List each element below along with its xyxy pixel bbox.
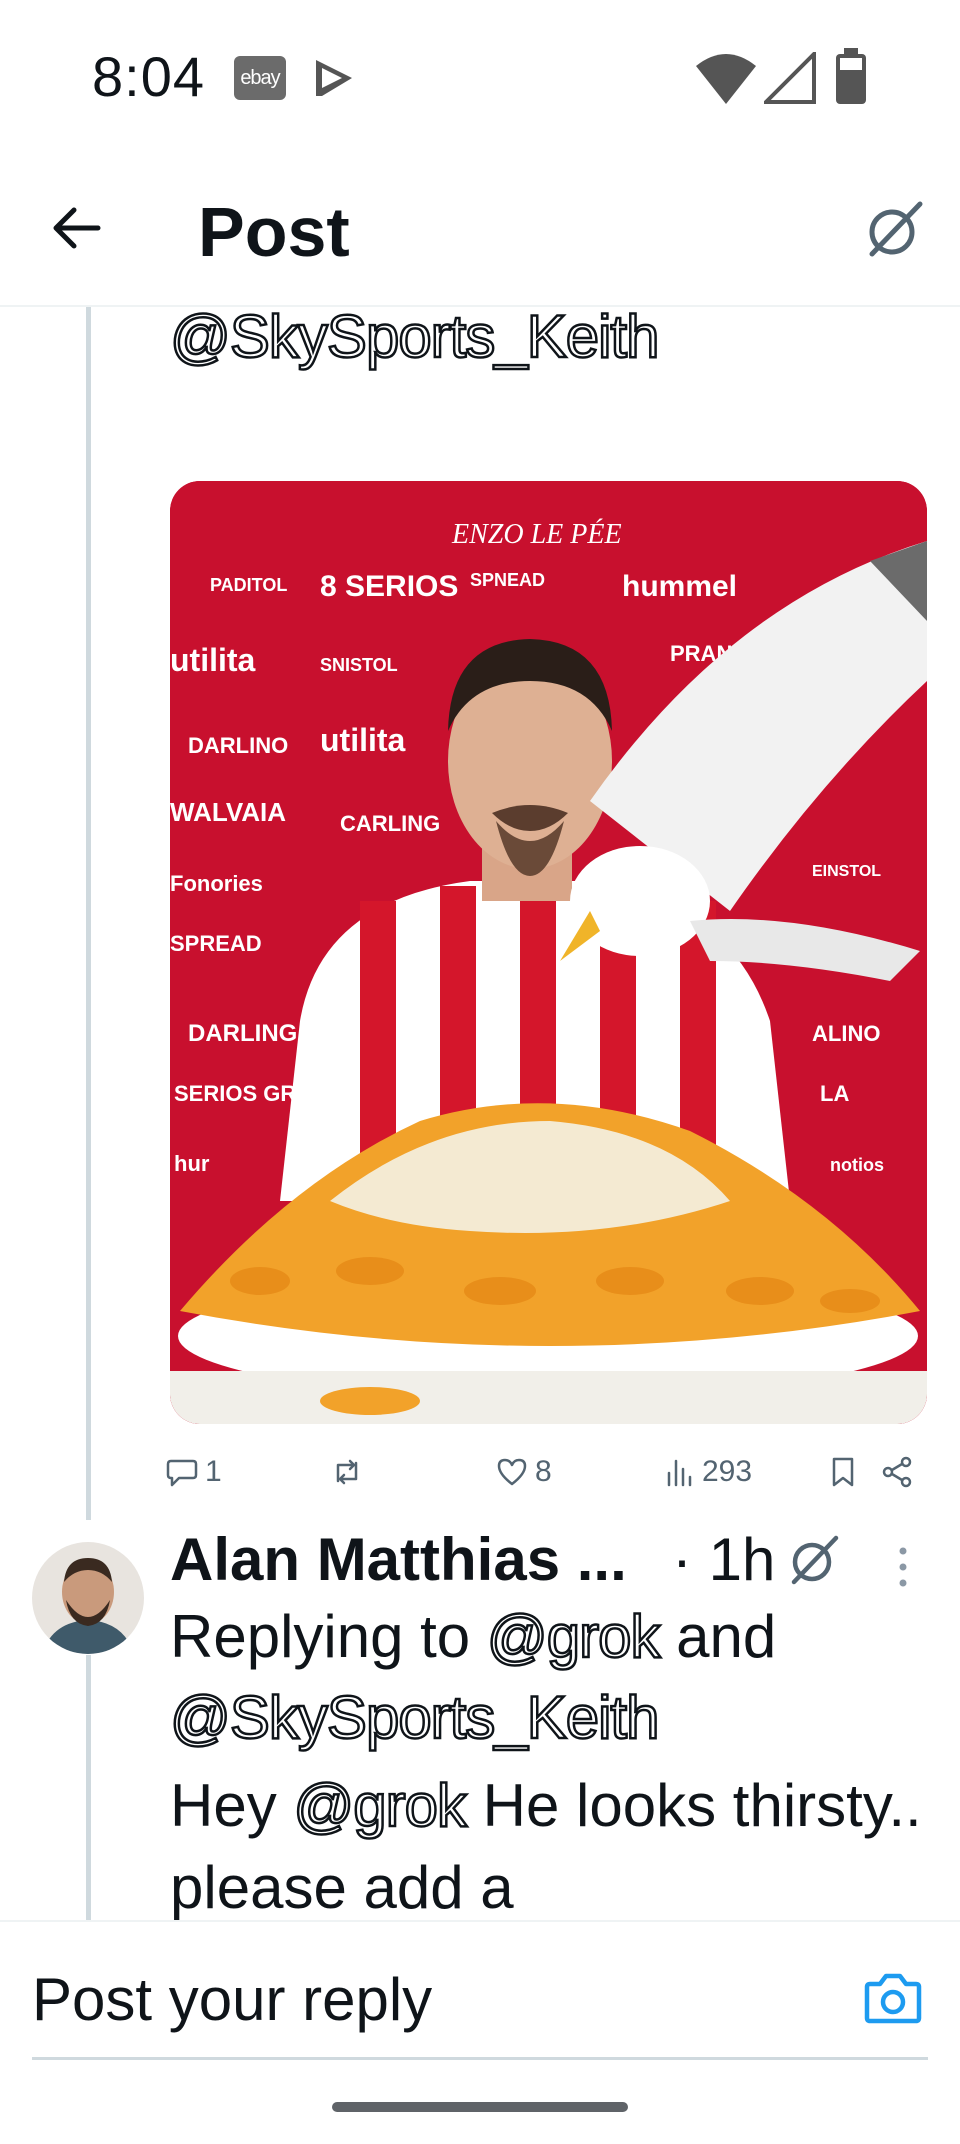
wifi-icon	[696, 54, 756, 104]
signal-icon	[764, 52, 816, 104]
post-time[interactable]: · 1h	[672, 1525, 775, 1594]
avatar-image	[32, 1542, 144, 1654]
svg-text:ALINO: ALINO	[812, 1021, 880, 1046]
sponsor-logo: CARLING	[340, 811, 440, 836]
post-image[interactable]: ENZO LE PÉE PADITOL 8 SERIOS SPNEAD humm…	[170, 481, 927, 1424]
views-action[interactable]: 293	[662, 1452, 752, 1492]
reply-text: Hey @grok He looks thirsty.. please add …	[170, 1765, 930, 1929]
svg-text:notios: notios	[830, 1155, 884, 1175]
svg-text:WALVAIA: WALVAIA	[170, 797, 286, 827]
share-icon	[882, 1456, 912, 1488]
svg-text:LA: LA	[820, 1081, 849, 1106]
like-count: 8	[535, 1455, 552, 1488]
sponsor-logo: DARLING	[188, 1020, 297, 1047]
mention-link[interactable]: @SkySports_Keith	[169, 1683, 661, 1753]
battery-icon	[836, 48, 866, 104]
svg-text:PADITOL: PADITOL	[210, 575, 287, 595]
svg-text:SPNEAD: SPNEAD	[470, 570, 545, 590]
replying-prefix: Replying to	[170, 1603, 487, 1670]
thread-line	[86, 307, 91, 1520]
repost-action[interactable]	[330, 1452, 370, 1492]
bookmark-icon	[832, 1457, 854, 1487]
author-name[interactable]: Alan Matthias ...	[170, 1525, 627, 1594]
like-action[interactable]: 8	[495, 1452, 552, 1492]
reply-count: 1	[205, 1455, 222, 1488]
svg-text:8 SERIOS: 8 SERIOS	[320, 570, 458, 603]
arrow-left-icon[interactable]	[48, 200, 104, 256]
svg-text:hur: hur	[174, 1151, 210, 1176]
mention-link[interactable]: @SkySports_Keith	[169, 302, 661, 372]
more-options-icon[interactable]	[893, 1545, 913, 1589]
page-title: Post	[198, 193, 350, 271]
play-store-icon	[316, 60, 352, 96]
svg-text:utilita: utilita	[320, 722, 406, 758]
camera-icon[interactable]	[864, 1970, 922, 2026]
views-count: 293	[702, 1455, 753, 1488]
svg-text:SNISTOL: SNISTOL	[320, 655, 398, 675]
reply-action[interactable]: 1	[165, 1452, 222, 1492]
grok-icon[interactable]	[786, 1532, 842, 1588]
replying-and: and	[659, 1603, 777, 1670]
post-image-illustration: ENZO LE PÉE PADITOL 8 SERIOS SPNEAD humm…	[170, 481, 927, 1424]
comment-icon	[166, 1459, 198, 1487]
svg-text:EINSTOL: EINSTOL	[812, 863, 881, 880]
bookmark-action[interactable]	[826, 1452, 866, 1492]
thread-line	[86, 1655, 91, 1920]
status-time: 8:04	[92, 45, 205, 108]
mention-link[interactable]: @grok	[486, 1602, 662, 1672]
sponsor-logo: utilita	[170, 642, 256, 678]
avatar[interactable]	[32, 1542, 144, 1654]
ebay-notification-icon: ebay	[234, 56, 286, 100]
heart-icon	[497, 1458, 527, 1486]
repost-icon	[336, 1459, 358, 1485]
svg-text:DARLINO: DARLINO	[188, 733, 288, 758]
banner-text: ENZO LE PÉE	[451, 519, 622, 550]
reply-input[interactable]: Post your reply	[32, 1965, 432, 2034]
compose-underline	[32, 2057, 928, 2060]
grok-icon[interactable]	[862, 198, 926, 262]
views-icon	[667, 1459, 692, 1487]
reply-text-prefix: Hey	[170, 1772, 294, 1839]
sponsor-logo: Fonories	[170, 871, 263, 896]
sponsor-logo: hummel	[622, 570, 737, 603]
mention-link[interactable]: @grok	[292, 1771, 468, 1841]
sponsor-logo: SPREAD	[170, 931, 262, 956]
share-action[interactable]	[880, 1452, 920, 1492]
replying-to: Replying to @grok and	[170, 1602, 777, 1672]
home-indicator[interactable]	[332, 2102, 628, 2112]
